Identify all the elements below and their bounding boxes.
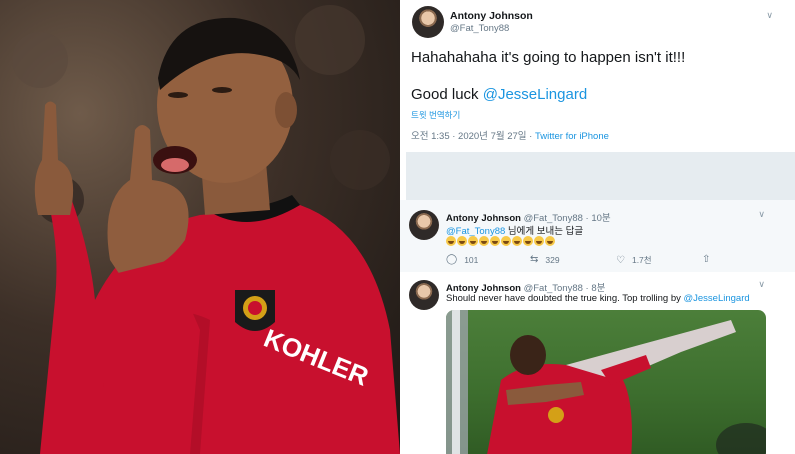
laughing-emoji-icon	[479, 236, 489, 246]
reply-button[interactable]: ◯ 101	[446, 254, 478, 265]
author-handle[interactable]: @Fat_Tony88	[450, 23, 509, 34]
laughing-emoji-icon	[457, 236, 467, 246]
tweet-text-line1: Hahahahaha it's going to happen isn't it…	[411, 49, 686, 66]
author-avatar[interactable]	[409, 280, 439, 310]
laughing-emoji-icon	[446, 236, 456, 246]
laughing-emoji-icon	[545, 236, 555, 246]
retweet-icon: ⇆	[530, 254, 539, 265]
share-icon: ⇧	[702, 254, 711, 265]
chevron-down-icon[interactable]: ∨	[766, 10, 773, 21]
video-frame-illustration	[446, 310, 766, 454]
tweet-meta: 오전 1:35 · 2020년 7월 27일 · Twitter for iPh…	[411, 128, 609, 142]
reply-to-line: @Fat_Tony88 님에게 보내는 답글	[446, 223, 583, 237]
laughing-emoji-icon	[468, 236, 478, 246]
chevron-down-icon[interactable]: ∨	[758, 209, 765, 220]
retweet-button[interactable]: ⇆ 329	[530, 254, 560, 265]
mention-link[interactable]: @JesseLingard	[483, 86, 587, 103]
like-button[interactable]: ♡ 1.7천	[616, 254, 652, 266]
laughing-emoji-icon	[490, 236, 500, 246]
reply-header: Antony Johnson @Fat_Tony88 · 10분	[446, 210, 611, 224]
laughing-emoji-icon	[501, 236, 511, 246]
retweet-count: 329	[545, 254, 560, 265]
timestamp[interactable]: 오전 1:35 · 2020년 7월 27일 ·	[411, 131, 535, 142]
translate-link[interactable]: 트윗 번역하기	[411, 109, 460, 121]
tweet-actions: ◯ 101 ⇆ 329 ♡ 1.7천 ⇧	[446, 254, 746, 268]
reply-text: Should never have doubted the true king.…	[446, 293, 750, 304]
author-name[interactable]: Antony Johnson	[450, 10, 533, 22]
main-tweet: Antony Johnson @Fat_Tony88 ∨ Hahahahaha …	[406, 0, 795, 152]
like-count: 1.7천	[631, 255, 652, 265]
reply-header: Antony Johnson @Fat_Tony88 · 8분	[446, 280, 605, 294]
reply-tweet[interactable]: Antony Johnson @Fat_Tony88 · 10분 ∨ @Fat_…	[400, 200, 795, 272]
reply-count: 101	[464, 254, 479, 265]
laughing-emoji-icon	[523, 236, 533, 246]
mention-link[interactable]: @JesseLingard	[684, 293, 750, 304]
emoji-row	[446, 236, 555, 246]
source-link[interactable]: Twitter for iPhone	[535, 131, 609, 142]
tweet-text-prefix: Good luck	[411, 86, 483, 103]
chevron-down-icon[interactable]: ∨	[758, 279, 765, 290]
player-photo: KOHLER	[0, 0, 400, 454]
reply-text-prefix: Should never have doubted the true king.…	[446, 293, 684, 304]
author-avatar[interactable]	[409, 210, 439, 240]
laughing-emoji-icon	[534, 236, 544, 246]
laughing-emoji-icon	[512, 236, 522, 246]
heart-icon: ♡	[616, 254, 625, 266]
embedded-video[interactable]	[446, 310, 766, 454]
share-button[interactable]: ⇧	[702, 254, 710, 265]
reply-tweet[interactable]: Antony Johnson @Fat_Tony88 · 8분 ∨ Should…	[400, 272, 795, 454]
author-avatar[interactable]	[412, 6, 444, 38]
tweet-text-line2: Good luck @JesseLingard	[411, 86, 587, 103]
player-illustration: KOHLER	[12, 5, 400, 454]
section-gap	[406, 152, 795, 200]
reply-icon: ◯	[446, 254, 458, 265]
